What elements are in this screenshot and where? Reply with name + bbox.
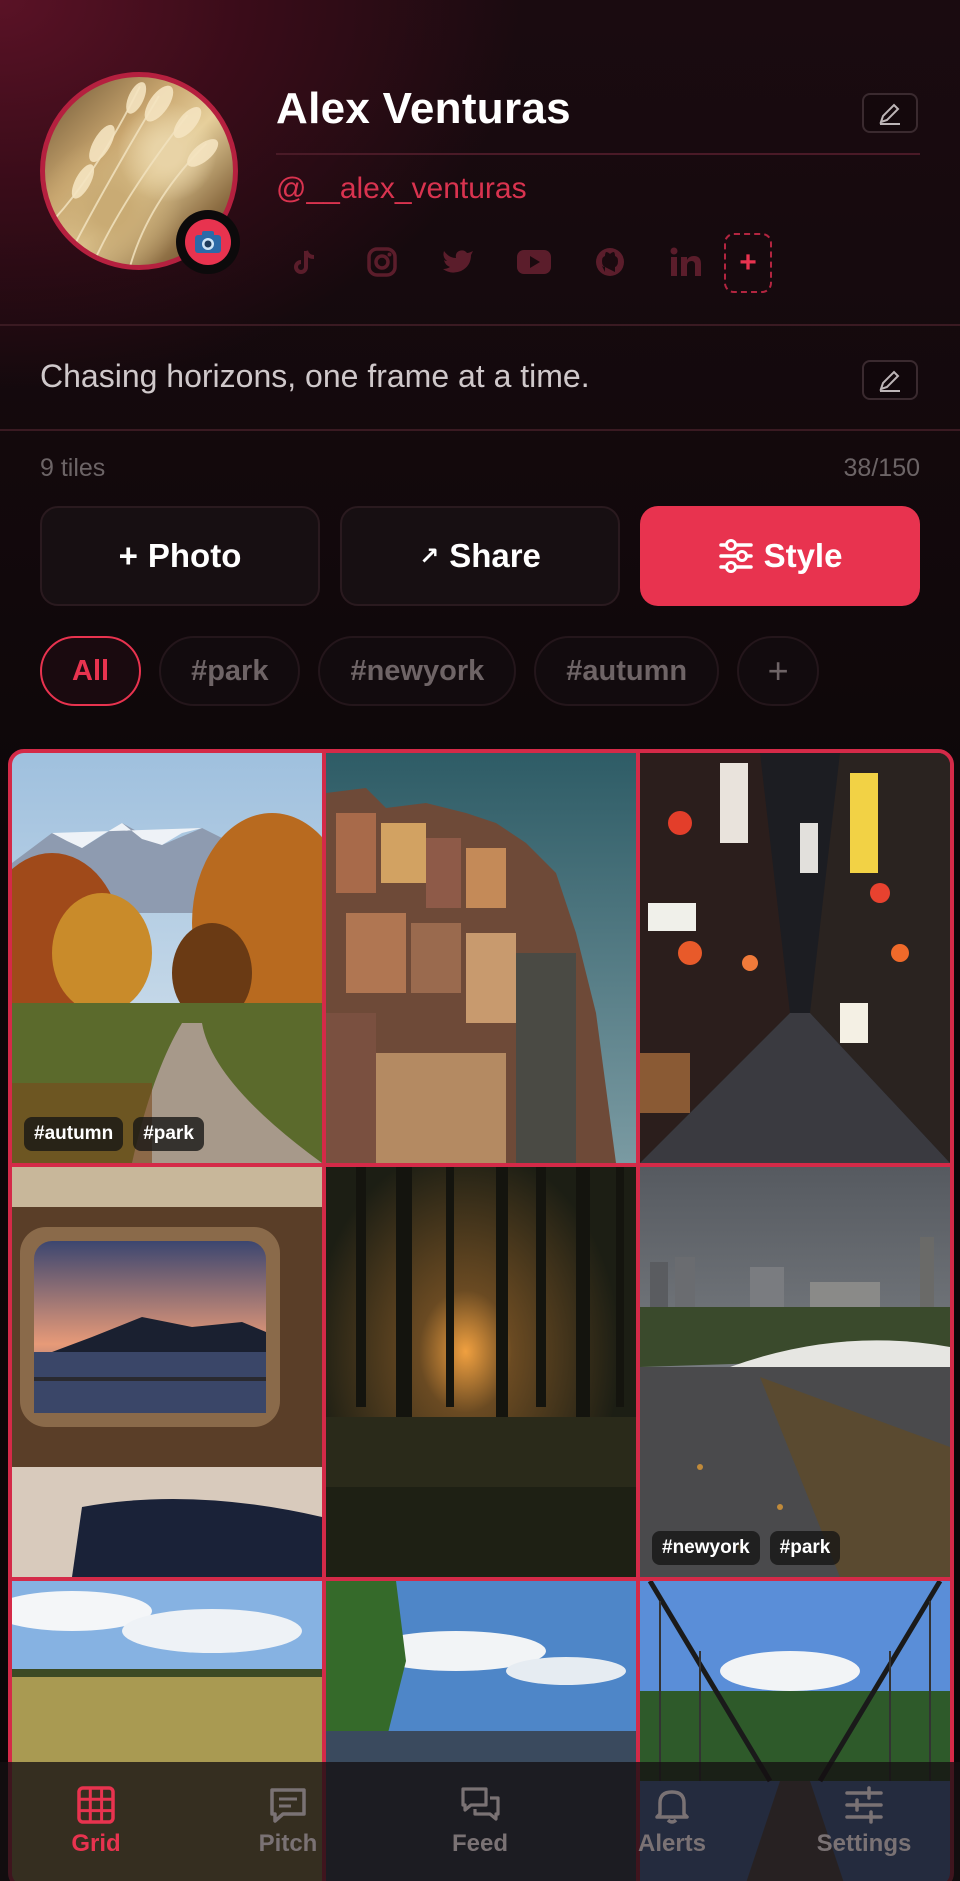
- message-icon: [270, 1788, 306, 1823]
- grid-tile-cliff-town[interactable]: [326, 753, 636, 1163]
- tile-image: [640, 1167, 950, 1577]
- add-photo-label: Photo: [147, 537, 242, 574]
- filter-newyork[interactable]: #newyork: [318, 636, 517, 706]
- plus-icon: +: [118, 537, 138, 574]
- nav-pitch[interactable]: Pitch: [192, 1762, 384, 1881]
- edit-bio-button[interactable]: [862, 360, 918, 400]
- tile-tags: #newyork #park: [652, 1531, 841, 1565]
- nav-feed[interactable]: Feed: [384, 1762, 576, 1881]
- tile-count: 9 tiles: [40, 454, 106, 482]
- github-icon[interactable]: [586, 238, 634, 286]
- bottom-navigation: Grid Pitch Feed Alerts Settings: [0, 1762, 960, 1881]
- nav-settings[interactable]: Settings: [768, 1762, 960, 1881]
- tile-image: [326, 1167, 636, 1577]
- add-filter-button[interactable]: +: [737, 636, 820, 706]
- divider: [0, 324, 960, 326]
- tiktok-icon[interactable]: [282, 238, 330, 286]
- tile-tag[interactable]: #autumn: [24, 1117, 124, 1151]
- filter-all[interactable]: All: [40, 636, 142, 706]
- pencil-icon: [879, 370, 900, 392]
- grid-tile-autumn-park[interactable]: #autumn #park: [12, 753, 322, 1163]
- sliders-icon: [845, 1786, 883, 1824]
- bell-icon: [655, 1790, 689, 1824]
- photo-grid: #autumn #park #newyork #park: [8, 749, 954, 1881]
- filter-park[interactable]: #park: [159, 636, 301, 706]
- profile-bio: Chasing horizons, one frame at a time.: [40, 358, 590, 394]
- style-label: Style: [763, 537, 843, 574]
- divider: [0, 429, 960, 431]
- style-button[interactable]: Style: [640, 506, 920, 606]
- filter-autumn[interactable]: #autumn: [534, 636, 720, 706]
- nav-label: Grid: [71, 1830, 121, 1857]
- tile-tag[interactable]: #newyork: [652, 1531, 760, 1565]
- instagram-icon[interactable]: [358, 238, 406, 286]
- tile-image: [640, 753, 950, 1163]
- twitter-icon[interactable]: [434, 238, 482, 286]
- edit-name-button[interactable]: [862, 93, 918, 133]
- sliders-icon: [718, 539, 753, 573]
- nav-label: Feed: [451, 1830, 508, 1857]
- profile-handle: @__alex_venturas: [276, 172, 527, 205]
- character-counter: 38/150: [843, 454, 920, 482]
- grid-icon: [77, 1786, 115, 1824]
- share-label: Share: [449, 537, 541, 574]
- grid-tile-forest-sunset[interactable]: [326, 1167, 636, 1577]
- nav-label: Pitch: [258, 1830, 318, 1857]
- name-divider: [276, 153, 920, 155]
- tile-image: [12, 753, 322, 1163]
- nav-label: Alerts: [637, 1830, 707, 1857]
- camera-icon: [195, 231, 221, 253]
- share-button[interactable]: ↗ Share: [340, 506, 620, 606]
- social-links: [282, 238, 710, 286]
- tag-filter-bar: All #park #newyork #autumn +: [40, 636, 820, 706]
- linkedin-icon[interactable]: [662, 238, 710, 286]
- youtube-icon[interactable]: [510, 238, 558, 286]
- change-avatar-button[interactable]: [176, 210, 240, 274]
- nav-grid[interactable]: Grid: [0, 1762, 192, 1881]
- grid-tile-tokyo-alley[interactable]: [640, 753, 950, 1163]
- tile-image: [326, 753, 636, 1163]
- chat-icon: [461, 1787, 500, 1821]
- nav-alerts[interactable]: Alerts: [576, 1762, 768, 1881]
- add-photo-button[interactable]: + Photo: [40, 506, 320, 606]
- profile-name: Alex Venturas: [276, 84, 571, 133]
- tile-tag[interactable]: #park: [769, 1531, 841, 1565]
- nav-label: Settings: [816, 1830, 912, 1857]
- tile-tag[interactable]: #park: [133, 1117, 204, 1151]
- pencil-icon: [879, 103, 900, 125]
- grid-tile-rainy-park[interactable]: #newyork #park: [640, 1167, 950, 1577]
- grid-tile-train-window[interactable]: [12, 1167, 322, 1577]
- tile-image: [12, 1167, 322, 1577]
- tile-tags: #autumn #park: [24, 1117, 204, 1151]
- add-social-button[interactable]: +: [724, 233, 772, 293]
- share-arrow-icon: ↗: [419, 542, 440, 570]
